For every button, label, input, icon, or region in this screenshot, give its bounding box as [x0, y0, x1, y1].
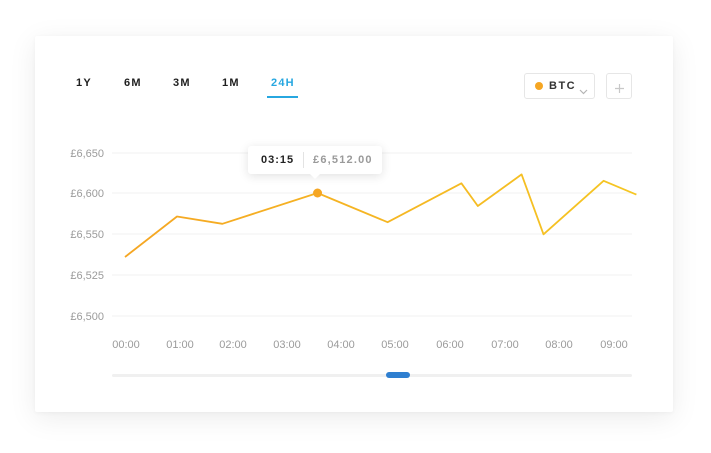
time-scrollbar-track[interactable]	[112, 374, 632, 377]
x-tick-label: 09:00	[600, 339, 628, 351]
x-tick-label: 05:00	[381, 339, 409, 351]
y-tick-label: £6,500	[70, 311, 104, 323]
tooltip-time: 03:15	[261, 154, 295, 166]
x-tick-label: 08:00	[545, 339, 573, 351]
line-chart: £6,650 £6,600 £6,550 £6,525 £6,500 00:00 01:0…	[70, 148, 637, 351]
y-tick-label: £6,525	[70, 270, 104, 282]
x-tick-label: 00:00	[112, 339, 140, 351]
y-tick-label: £6,650	[70, 148, 104, 160]
price-line	[124, 173, 637, 258]
tooltip-divider	[303, 152, 304, 168]
chart-card: 1Y 6M 3M 1M 24H BTC £6,650 £6,600 £6,550 £6…	[35, 36, 673, 412]
x-tick-label: 06:00	[436, 339, 464, 351]
tooltip-arrow	[309, 173, 321, 179]
y-tick-label: £6,600	[70, 188, 104, 200]
y-tick-label: £6,550	[70, 229, 104, 241]
tooltip-value: £6,512.00	[313, 154, 373, 166]
time-scrollbar-thumb[interactable]	[386, 372, 410, 378]
chart-tooltip: 03:15 £6,512.00	[248, 146, 382, 179]
x-tick-label: 02:00	[219, 339, 247, 351]
highlight-point	[313, 188, 323, 198]
x-tick-label: 04:00	[327, 339, 355, 351]
x-tick-label: 01:00	[166, 339, 194, 351]
x-tick-label: 03:00	[273, 339, 301, 351]
x-tick-label: 07:00	[491, 339, 519, 351]
